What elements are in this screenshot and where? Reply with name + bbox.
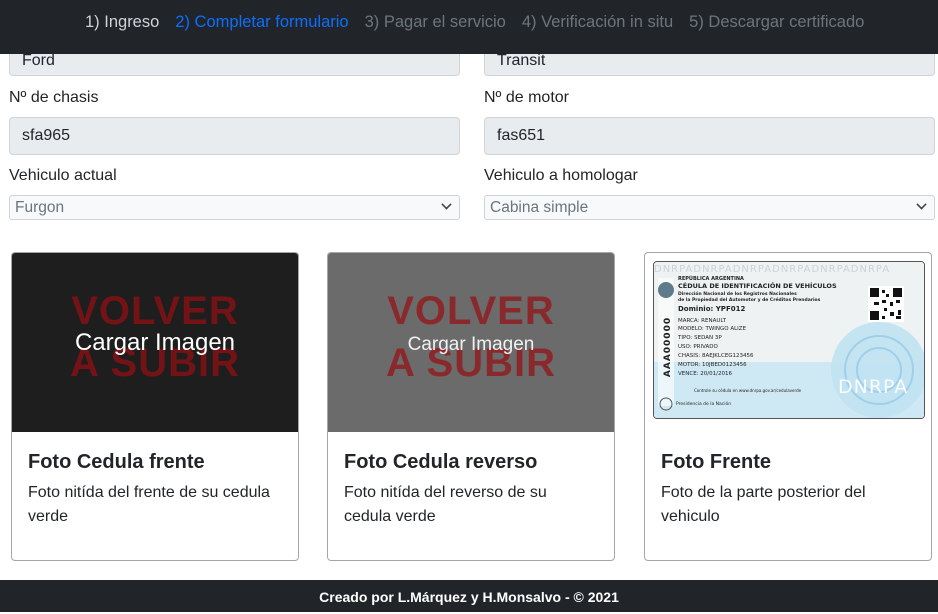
step-completar-formulario-visible[interactable]: 2) Completar formulario: [175, 12, 348, 32]
cedula-uso: USO: PRIVADO: [678, 344, 718, 350]
chasis-label: Nº de chasis: [9, 89, 99, 106]
cedula-motor: MOTOR: 10JBED0123456: [678, 362, 747, 368]
volver-a-subir-line1: VOLVER: [71, 289, 239, 333]
vehiculo-homologar-select[interactable]: Cabina simple: [484, 195, 935, 220]
card-title: Foto Frente: [661, 451, 771, 473]
card-title: Foto Cedula reverso: [344, 451, 538, 473]
step-descargar-certificado-visible[interactable]: 5) Descargar certificado: [689, 12, 864, 32]
chasis-input[interactable]: sfa965: [9, 117, 460, 155]
card-foto-frente: DNRPADNRPADNRPADNRPADNRPADNRPA REPÚBLICA…: [644, 252, 932, 561]
chasis-value: sfa965: [22, 127, 71, 144]
cedula-chasis: CHASIS: 8AEJKLCEG123456: [678, 353, 754, 359]
cedula-presidencia: Presidencia de la Nación: [676, 402, 732, 407]
vehiculo-actual-select[interactable]: Furgon: [9, 195, 460, 220]
footer: Creado por L.Márquez y H.Monsalvo - © 20…: [0, 580, 938, 612]
modelo-value: Transit: [497, 52, 546, 69]
vehiculo-homologar-value: Cabina simple: [490, 199, 589, 216]
motor-label: Nº de motor: [484, 89, 569, 106]
step-ingreso-visible[interactable]: 1) Ingreso: [85, 12, 159, 32]
cedula-consult: Controle su cédula en www.dnrpa.gov.ar/c…: [694, 388, 802, 393]
step-verificacion-visible[interactable]: 4) Verificación in situ: [522, 12, 673, 32]
card-text: Foto nitída del frente de su cedula verd…: [28, 484, 270, 525]
vehiculo-homologar-label: Vehiculo a homologar: [484, 167, 638, 184]
cedula-dominio: Dominio: YPF012: [678, 305, 746, 313]
footer-text: Creado por L.Márquez y H.Monsalvo - © 20…: [319, 589, 619, 605]
cedula-heading: CÉDULA DE IDENTIFICACIÓN DE VEHÍCULOS: [678, 282, 837, 290]
cargar-imagen-button[interactable]: Cargar Imagen: [328, 334, 614, 356]
cedula-serial: AAA00000: [663, 316, 674, 378]
card-cedula-frente: VOLVER A SUBIR Cargar Imagen Foto Cedula…: [11, 252, 299, 561]
upload-area-cedula-frente[interactable]: VOLVER A SUBIR Cargar Imagen: [12, 253, 298, 432]
cedula-verde-image[interactable]: DNRPADNRPADNRPADNRPADNRPADNRPA REPÚBLICA…: [653, 261, 925, 419]
marca-value: Ford: [22, 52, 55, 69]
cedula-vence: VENCE: 20/01/2016: [678, 371, 732, 377]
cedula-brand: DNRPA: [838, 376, 909, 398]
card-text: Foto de la parte posterior del vehiculo: [661, 484, 866, 525]
volver-a-subir-line1: VOLVER: [387, 289, 555, 333]
upload-area-cedula-reverso[interactable]: VOLVER A SUBIR Cargar Imagen: [328, 253, 614, 432]
motor-input[interactable]: fas651: [484, 117, 935, 155]
cedula-watermark: DNRPADNRPADNRPADNRPADNRPADNRPA: [654, 264, 891, 275]
motor-value: fas651: [497, 127, 546, 144]
step-pagar-servicio-visible[interactable]: 3) Pagar el servicio: [365, 12, 506, 32]
cedula-tipo: TIPO: SEDAN 3P: [678, 335, 722, 341]
card-text: Foto nitída del reverso de su cedula ver…: [344, 484, 547, 525]
chevron-down-icon: [916, 199, 927, 210]
cedula-sub1: Dirección Nacional de los Registros Naci…: [678, 292, 797, 297]
cargar-imagen-button[interactable]: Cargar Imagen: [12, 329, 298, 357]
cedula-marca: MARCA: RENAULT: [678, 318, 727, 324]
vehiculo-actual-label: Vehiculo actual: [9, 167, 117, 184]
card-title: Foto Cedula frente: [28, 451, 205, 473]
progress-steps-visible: 1) Ingreso 2) Completar formulario 3) Pa…: [85, 12, 864, 32]
cedula-sub2: de la Propiedad del Automotor y de Crédi…: [678, 298, 821, 303]
vehiculo-actual-value: Furgon: [15, 199, 65, 216]
card-cedula-reverso: VOLVER A SUBIR Cargar Imagen Foto Cedula…: [327, 252, 615, 561]
chevron-down-icon: [441, 199, 452, 210]
cedula-modelo: MODELO: TWINGO ALIZE: [678, 326, 747, 332]
